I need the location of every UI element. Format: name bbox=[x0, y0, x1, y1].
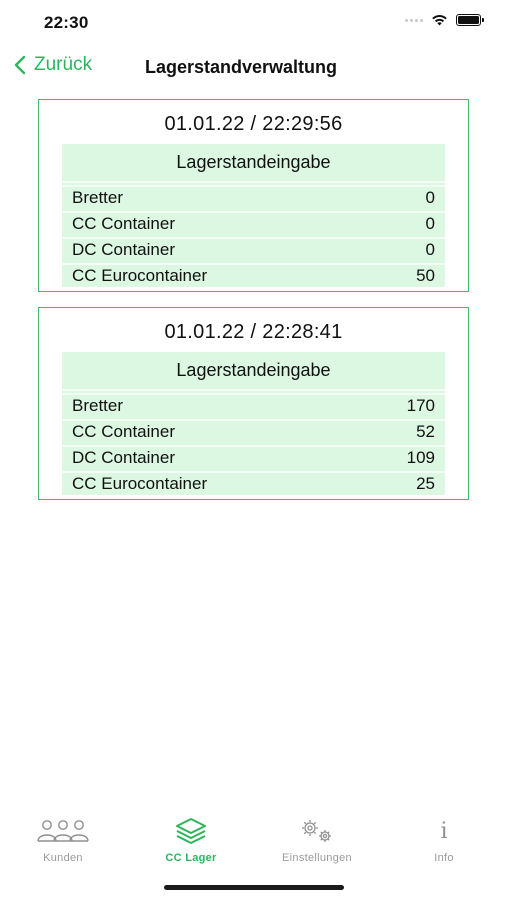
tab-label: Kunden bbox=[43, 852, 83, 864]
layers-icon bbox=[176, 818, 206, 844]
status-icons bbox=[405, 14, 484, 26]
item-value: 52 bbox=[416, 422, 435, 441]
table-row: CC Container 0 bbox=[62, 211, 445, 235]
table-row: CC Eurocontainer 25 bbox=[62, 471, 445, 495]
back-label: Zurück bbox=[34, 54, 93, 75]
item-value: 170 bbox=[406, 396, 435, 415]
tab-label: Einstellungen bbox=[282, 852, 352, 864]
wifi-icon bbox=[431, 14, 448, 26]
tab-cc-lager[interactable]: CC Lager bbox=[136, 816, 246, 864]
chevron-left-icon bbox=[14, 55, 26, 75]
item-value: 50 bbox=[416, 266, 435, 285]
home-indicator[interactable] bbox=[164, 885, 344, 890]
item-value: 109 bbox=[406, 448, 435, 467]
table-row: DC Container 0 bbox=[62, 237, 445, 261]
item-label: Bretter bbox=[72, 396, 124, 415]
entry-datetime: 01.01.22 / 22:29:56 bbox=[164, 113, 343, 135]
battery-icon bbox=[456, 14, 484, 26]
stock-table-header: Lagerstandeingabe bbox=[62, 352, 445, 391]
item-label: CC Container bbox=[72, 214, 175, 233]
item-value: 25 bbox=[416, 474, 435, 493]
tab-bar: Kunden CC Lager Einstellungen i Info bbox=[0, 816, 507, 876]
stock-table: Lagerstandeingabe Bretter 0 CC Container… bbox=[62, 144, 445, 287]
tab-einstellungen[interactable]: Einstellungen bbox=[262, 816, 372, 864]
tab-kunden[interactable]: Kunden bbox=[8, 816, 118, 864]
item-label: DC Container bbox=[72, 448, 175, 467]
item-value: 0 bbox=[425, 214, 435, 233]
tab-label: CC Lager bbox=[165, 852, 217, 864]
stock-table: Lagerstandeingabe Bretter 170 CC Contain… bbox=[62, 352, 445, 495]
table-row: Bretter 170 bbox=[62, 393, 445, 417]
item-label: CC Eurocontainer bbox=[72, 266, 208, 285]
item-label: DC Container bbox=[72, 240, 175, 259]
item-value: 0 bbox=[425, 240, 435, 259]
entry-datetime: 01.01.22 / 22:28:41 bbox=[164, 321, 343, 343]
item-label: CC Container bbox=[72, 422, 175, 441]
item-value: 0 bbox=[425, 188, 435, 207]
table-row: CC Container 52 bbox=[62, 419, 445, 443]
stock-entry-card[interactable]: 01.01.22 / 22:29:56 Lagerstandeingabe Br… bbox=[38, 99, 469, 292]
tab-info[interactable]: i Info bbox=[389, 816, 499, 865]
page-title: Lagerstandverwaltung bbox=[145, 57, 338, 77]
table-row: Bretter 0 bbox=[62, 185, 445, 209]
item-label: Bretter bbox=[72, 188, 124, 207]
status-time: 22:30 bbox=[44, 13, 89, 32]
item-label: CC Eurocontainer bbox=[72, 474, 208, 493]
table-row: CC Eurocontainer 50 bbox=[62, 263, 445, 287]
people-icon bbox=[37, 820, 89, 842]
cellular-signal-icon bbox=[405, 18, 423, 22]
stock-entry-card[interactable]: 01.01.22 / 22:28:41 Lagerstandeingabe Br… bbox=[38, 307, 469, 500]
table-row: DC Container 109 bbox=[62, 445, 445, 469]
status-bar: 22:30 bbox=[0, 0, 507, 44]
gears-icon bbox=[302, 820, 331, 842]
info-icon: i bbox=[440, 818, 448, 844]
navigation-bar: Zurück Lagerstandverwaltung bbox=[0, 50, 507, 86]
tab-label: Info bbox=[434, 852, 454, 864]
stock-table-header: Lagerstandeingabe bbox=[62, 144, 445, 183]
back-button[interactable]: Zurück bbox=[14, 54, 92, 76]
